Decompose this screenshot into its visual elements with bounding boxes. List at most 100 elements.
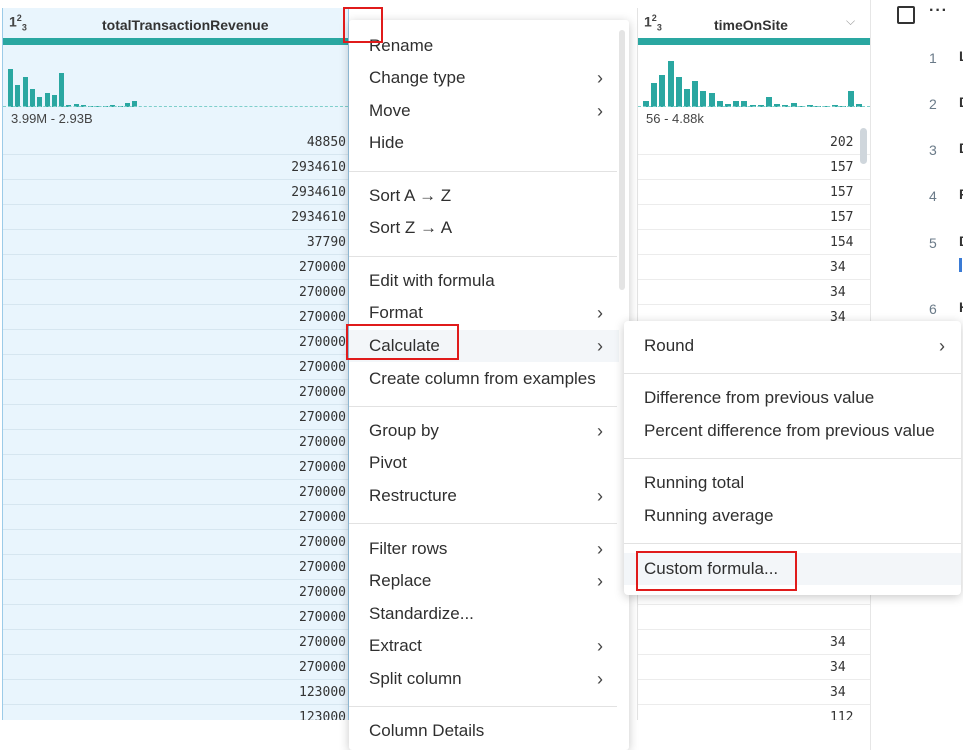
table-cell[interactable]: 34 [638,680,870,705]
histogram-bar[interactable] [22,77,28,107]
menu-item-label: Filter rows [369,539,448,558]
menu-item-column-details[interactable]: Column Details [349,715,619,747]
chevron-right-icon: › [597,68,603,88]
column-name: totalTransactionRevenue [102,17,269,33]
table-cell[interactable]: 34 [638,655,870,680]
histogram-bar[interactable] [8,69,13,107]
submenu-item-running-total[interactable]: Running total [624,467,961,499]
chevron-right-icon: › [597,571,603,591]
histogram-bar[interactable] [59,73,65,107]
table-cell[interactable]: 270000 [3,505,348,530]
menu-item-restructure[interactable]: Restructure › [349,480,619,512]
step-link-marker [959,258,962,272]
table-cell[interactable]: 123000 [3,705,348,720]
value-range: 56 - 4.88k [646,111,704,126]
histogram-bar[interactable] [700,91,707,107]
step-title[interactable]: D [959,94,963,110]
table-cell[interactable]: 154 [638,230,870,255]
menu-separator [624,458,961,459]
table-cell[interactable]: 2934610 [3,180,348,205]
menu-item-filter-rows[interactable]: Filter rows › [349,533,619,565]
submenu-item-difference-from-previous-value[interactable]: Difference from previous value [624,382,961,414]
table-cell[interactable]: 270000 [3,330,348,355]
submenu-item-percent-difference-from-previous-value[interactable]: Percent difference from previous value [624,415,961,447]
menu-item-create-column-from-examples[interactable]: Create column from examples [349,363,619,395]
table-cell[interactable]: 270000 [3,580,348,605]
table-cell[interactable]: 34 [638,280,870,305]
histogram-bar[interactable] [675,77,682,107]
histogram-bar[interactable] [692,81,699,107]
menu-item-pivot[interactable]: Pivot [349,447,619,479]
table-cell[interactable]: 270000 [3,630,348,655]
histogram-bar[interactable] [708,93,715,107]
grid-scrollbar[interactable] [860,128,867,164]
menu-item-split-column[interactable]: Split column › [349,663,619,695]
column-header[interactable]: 123 timeOnSite ⌵ [638,8,870,38]
table-cell[interactable]: 270000 [3,555,348,580]
step-title[interactable]: D [959,140,963,156]
step-title[interactable]: H [959,299,963,315]
menu-item-sort-a-z[interactable]: Sort A → Z [349,180,619,212]
submenu-item-running-average[interactable]: Running average [624,500,961,532]
table-cell[interactable]: 270000 [3,280,348,305]
select-all-checkbox[interactable] [897,6,915,24]
menu-item-change-type[interactable]: Change type › [349,62,619,94]
menu-item-edit-with-formula[interactable]: Edit with formula [349,265,619,297]
column-header[interactable]: 123 totalTransactionRevenue [3,8,348,38]
table-cell[interactable]: 34 [638,630,870,655]
table-cell[interactable]: 157 [638,155,870,180]
menu-item-rename[interactable]: Rename [349,30,619,62]
more-icon[interactable]: ··· [929,2,948,20]
step-number: 6 [929,301,937,317]
integer-type-icon[interactable]: 123 [644,13,662,32]
table-cell[interactable]: 270000 [3,380,348,405]
table-cell[interactable]: 270000 [3,655,348,680]
menu-item-hide[interactable]: Hide [349,127,619,159]
menu-item-move[interactable]: Move › [349,95,619,127]
table-cell[interactable]: 34 [638,255,870,280]
menu-item-extract[interactable]: Extract › [349,630,619,662]
table-cell[interactable]: 202 [638,130,870,155]
table-cell[interactable]: 270000 [3,255,348,280]
table-cell[interactable]: 2934610 [3,155,348,180]
table-cell[interactable]: 157 [638,205,870,230]
chevron-right-icon: › [597,636,603,656]
histogram-baseline [3,106,348,107]
table-cell[interactable]: 270000 [3,455,348,480]
submenu-item-round[interactable]: Round › [624,330,961,362]
histogram-bar[interactable] [44,93,50,107]
step-title[interactable]: L [959,48,963,64]
histogram-bar[interactable] [15,85,21,107]
table-cell[interactable]: 270000 [3,480,348,505]
table-cell[interactable]: 270000 [3,530,348,555]
step-title[interactable]: D [959,233,963,249]
table-cell[interactable]: 157 [638,180,870,205]
menu-scrollbar[interactable] [619,30,625,290]
histogram-bar[interactable] [684,89,690,107]
table-cell[interactable]: 270000 [3,305,348,330]
table-cell[interactable]: 270000 [3,355,348,380]
menu-item-sort-z-a[interactable]: Sort Z → A [349,212,619,244]
table-cell[interactable]: 270000 [3,405,348,430]
histogram-bar[interactable] [659,75,666,107]
table-cell[interactable]: 37790 [3,230,348,255]
integer-type-icon[interactable]: 123 [9,13,27,32]
menu-item-replace[interactable]: Replace › [349,565,619,597]
chevron-down-icon[interactable]: ⌵ [846,14,855,29]
table-cell[interactable]: 2934610 [3,205,348,230]
column-totalTransactionRevenue[interactable]: 123 totalTransactionRevenue 3.99M - 2.93… [2,8,349,720]
histogram-bar[interactable] [667,61,674,107]
table-cell[interactable]: 270000 [3,605,348,630]
table-cell[interactable]: 123000 [3,680,348,705]
table-cell[interactable]: 270000 [3,430,348,455]
step-title[interactable]: F [959,186,963,202]
submenu-item-label: Round [644,336,695,355]
menu-item-group-by[interactable]: Group by › [349,415,619,447]
table-cell[interactable]: 112 [638,705,870,720]
histogram-bar[interactable] [848,91,854,107]
menu-item-standardize[interactable]: Standardize... [349,598,619,630]
table-cell[interactable]: 48850 [3,130,348,155]
histogram-bar[interactable] [651,83,658,107]
table-cell[interactable] [638,605,870,630]
histogram-bar[interactable] [29,89,35,107]
